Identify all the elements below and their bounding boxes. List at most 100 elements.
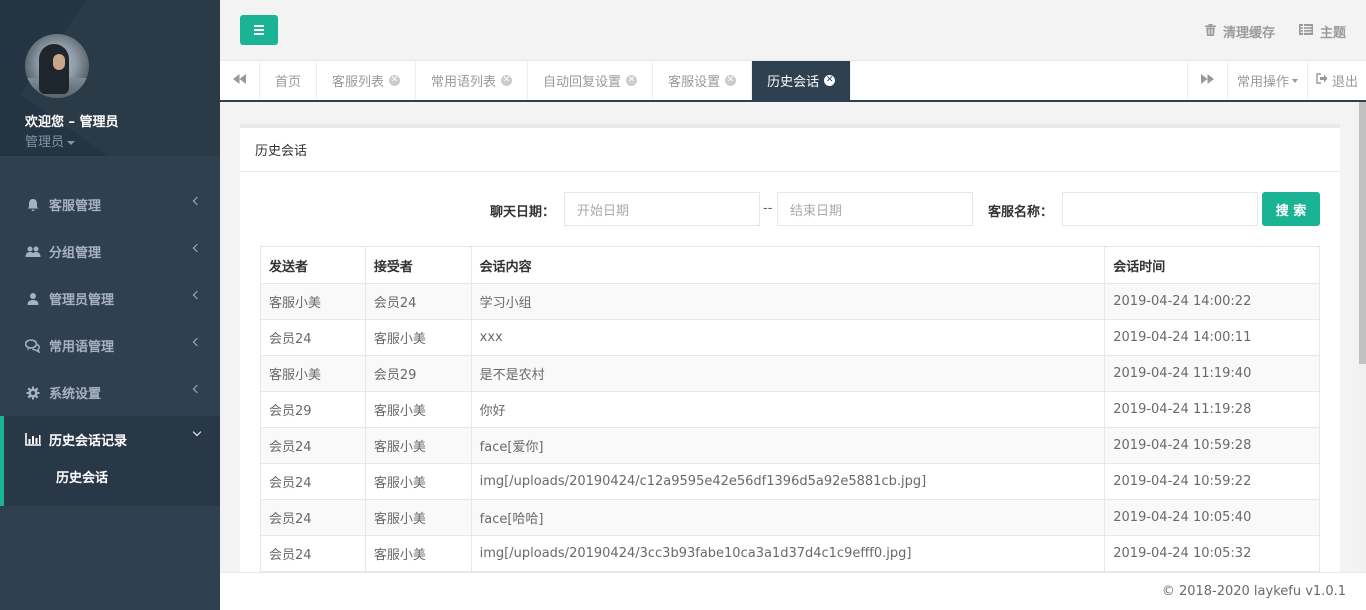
tab-phrases-list[interactable]: 常用语列表 ✕ (416, 61, 529, 100)
footer: © 2018-2020 laykefu v1.0.1 (220, 572, 1366, 610)
tab-history[interactable]: 历史会话 ✕ (752, 61, 852, 100)
user-icon (25, 292, 41, 306)
tab-label: 客服列表 (332, 75, 385, 90)
time-cell: 2019-04-24 11:19:28 (1104, 391, 1320, 428)
kefu-name-input[interactable] (1062, 192, 1258, 226)
table-row: 会员24 客服小美 img[/uploads/20190424/c12a9595… (260, 463, 1320, 500)
content-cell: 是不是农村 (470, 355, 1106, 392)
close-icon[interactable]: ✕ (824, 75, 836, 86)
time-cell: 2019-04-24 14:00:11 (1104, 319, 1320, 356)
tabs-bar: 首页 客服列表 ✕ 常用语列表 ✕ 自动回复设置 ✕ 客服设置 ✕ 历史会话 ✕ 常用操作… (220, 61, 1366, 102)
tab-home[interactable]: 首页 (260, 61, 318, 100)
column-header: 会话内容 (470, 246, 1106, 284)
time-cell: 2019-04-24 10:59:28 (1104, 427, 1320, 464)
sign-out-icon (1316, 73, 1328, 88)
sidebar-subitem-history-session[interactable]: 历史会话 (4, 463, 220, 506)
content-cell: xxx (470, 319, 1106, 356)
theme-button[interactable]: 主题 (1298, 22, 1346, 41)
chevron-left-icon (192, 337, 202, 347)
time-cell: 2019-04-24 11:19:40 (1104, 355, 1320, 392)
end-date-input[interactable]: 结束日期 (777, 192, 973, 226)
chevron-down-icon (192, 427, 202, 437)
content-cell: 学习小组 (470, 283, 1106, 320)
clear-cache-label: 清理缓存 (1222, 26, 1275, 41)
time-cell: 2019-04-24 14:00:22 (1104, 283, 1320, 320)
table-row: 客服小美 会员29 是不是农村 2019-04-24 11:19:40 (260, 355, 1320, 392)
table-row: 会员24 客服小美 img[/uploads/20190424/3cc3b93f… (260, 535, 1320, 572)
chat-date-label: 聊天日期： (490, 205, 556, 220)
avatar[interactable] (25, 34, 89, 98)
main-panel: 历史会话 聊天日期： 开始日期 -- 结束日期 客服名称： 搜 索 发送者 接受… (240, 124, 1340, 572)
history-table: 发送者 接受者 会话内容 会话时间 客服小美 会员24 学习小组 2019-04… (260, 246, 1320, 572)
column-header: 接受者 (364, 246, 472, 284)
sidebar-item-admin[interactable]: 管理员管理 (0, 275, 220, 322)
sidebar-group-history: 历史会话记录 历史会话 (0, 416, 220, 506)
tabs-list: 首页 客服列表 ✕ 常用语列表 ✕ 自动回复设置 ✕ 客服设置 ✕ 历史会话 ✕ (260, 61, 852, 100)
tab-auto-reply[interactable]: 自动回复设置 ✕ (528, 61, 654, 100)
users-icon (25, 245, 41, 259)
top-right-actions: 清理缓存 主题 (1204, 22, 1346, 41)
logout-label: 退出 (1331, 75, 1358, 90)
tabs-scroll-right-button[interactable] (1187, 61, 1227, 100)
table-row: 会员24 客服小美 face[哈哈] 2019-04-24 10:05:40 (260, 499, 1320, 536)
start-date-input[interactable]: 开始日期 (564, 192, 760, 226)
date-separator: -- (763, 201, 773, 216)
role-dropdown[interactable]: 管理员 (25, 131, 76, 150)
sidebar-item-history[interactable]: 历史会话记录 (4, 416, 220, 463)
close-icon[interactable]: ✕ (725, 75, 737, 86)
sidebar-item-label: 客服管理 (49, 199, 102, 214)
theme-label: 主题 (1319, 26, 1346, 41)
common-ops-label: 常用操作 (1236, 75, 1289, 90)
chevron-left-icon (192, 290, 202, 300)
tabs-right-actions: 常用操作 退出 (1187, 61, 1366, 100)
content-cell: face[爱你] (470, 427, 1106, 464)
sender-cell: 会员24 (260, 463, 366, 500)
sidebar-item-kefu[interactable]: 客服管理 (0, 181, 220, 228)
tabs-scroll-left-button[interactable] (220, 61, 260, 100)
tab-label: 自动回复设置 (543, 75, 622, 90)
receiver-cell: 客服小美 (364, 427, 472, 464)
kefu-name-label: 客服名称： (988, 205, 1054, 220)
tab-label: 历史会话 (767, 75, 820, 90)
sidebar-menu: 客服管理 分组管理 管理员管理 常用语管理 系统设置 历史会话记录 历史会话 (0, 181, 220, 506)
role-label: 管理员 (25, 135, 65, 150)
time-cell: 2019-04-24 10:05:32 (1104, 535, 1320, 572)
tab-kefu-settings[interactable]: 客服设置 ✕ (653, 61, 753, 100)
forward-icon (1201, 73, 1214, 88)
time-cell: 2019-04-24 10:59:22 (1104, 463, 1320, 500)
close-icon[interactable]: ✕ (626, 75, 638, 86)
sidebar: 欢迎您 – 管理员 管理员 客服管理 分组管理 管理员管理 常用语管理 系统设置… (0, 0, 220, 610)
content-cell: img[/uploads/20190424/3cc3b93fabe10ca3a1… (470, 535, 1106, 572)
receiver-cell: 会员29 (364, 355, 472, 392)
chevron-left-icon (192, 384, 202, 394)
sidebar-item-label: 管理员管理 (49, 293, 115, 308)
tab-label: 客服设置 (668, 75, 721, 90)
search-form: 聊天日期： 开始日期 -- 结束日期 客服名称： 搜 索 (240, 192, 1340, 226)
bell-icon (25, 198, 41, 212)
logout-button[interactable]: 退出 (1307, 61, 1366, 100)
caret-down-icon (67, 140, 76, 145)
close-icon[interactable]: ✕ (501, 75, 513, 86)
bar-chart-icon (25, 433, 41, 446)
gear-icon (25, 386, 41, 400)
sidebar-item-settings[interactable]: 系统设置 (0, 369, 220, 416)
sidebar-item-group[interactable]: 分组管理 (0, 228, 220, 275)
search-button[interactable]: 搜 索 (1262, 192, 1320, 226)
tab-kefu-list[interactable]: 客服列表 ✕ (317, 61, 417, 100)
clear-cache-button[interactable]: 清理缓存 (1204, 22, 1275, 41)
welcome-text: 欢迎您 – 管理员 (25, 115, 119, 130)
profile-panel: 欢迎您 – 管理员 管理员 (0, 0, 220, 156)
receiver-cell: 客服小美 (364, 319, 472, 356)
scrollbar-thumb[interactable] (1359, 102, 1366, 364)
common-ops-dropdown[interactable]: 常用操作 (1227, 61, 1307, 100)
sidebar-item-phrases[interactable]: 常用语管理 (0, 322, 220, 369)
table-row: 会员24 客服小美 xxx 2019-04-24 14:00:11 (260, 319, 1320, 356)
page-scrollbar[interactable] (1359, 102, 1366, 572)
sender-cell: 会员24 (260, 427, 366, 464)
receiver-cell: 客服小美 (364, 535, 472, 572)
sidebar-item-label: 系统设置 (49, 387, 102, 402)
close-icon[interactable]: ✕ (389, 75, 401, 86)
panel-title: 历史会话 (240, 128, 1340, 172)
menu-toggle-button[interactable] (240, 15, 278, 45)
trash-icon (1204, 23, 1216, 40)
